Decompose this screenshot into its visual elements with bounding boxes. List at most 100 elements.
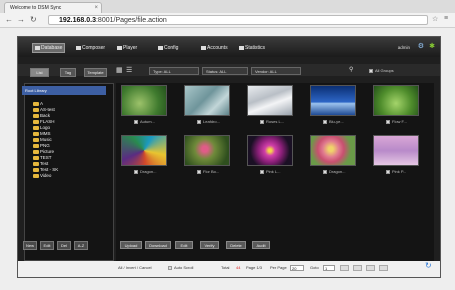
list-view-icon[interactable]: ☰ <box>126 67 132 75</box>
menu-statistics[interactable]: Statistics <box>239 44 265 52</box>
file-caption[interactable]: Pink P... <box>386 169 436 175</box>
file-caption[interactable]: Leafdro... <box>197 119 247 125</box>
goto-page-select[interactable]: 1 <box>323 265 335 271</box>
file-thumbnail[interactable] <box>247 85 293 116</box>
settings-icon[interactable]: ⚙ <box>418 43 424 51</box>
file-caption[interactable]: Dragon... <box>323 169 373 175</box>
page-indicator: Page 1/3 <box>246 265 263 270</box>
refresh-icon[interactable]: ↻ <box>425 262 432 270</box>
file-thumbnail[interactable] <box>121 135 167 166</box>
next-page-button[interactable] <box>366 265 375 271</box>
url-path: :8001/Pages/file.action <box>95 17 167 24</box>
new-folder-button[interactable]: New <box>23 241 37 250</box>
auto-scroll-checkbox[interactable] <box>168 266 172 270</box>
delete-folder-button[interactable]: Del <box>57 241 71 250</box>
file-checkbox[interactable] <box>197 169 201 174</box>
download-button[interactable]: Download <box>145 241 171 249</box>
browser-tab[interactable]: Welcome to DSM Sync × <box>4 2 102 13</box>
folder-icon <box>33 173 39 178</box>
file-checkbox[interactable] <box>323 119 327 124</box>
file-thumbnail[interactable] <box>373 135 419 166</box>
file-checkbox[interactable] <box>134 169 138 174</box>
browser-tab-strip: Welcome to DSM Sync × <box>0 0 455 13</box>
file-caption[interactable]: Flow F... <box>386 119 436 125</box>
groups-checkbox[interactable] <box>369 69 373 73</box>
file-checkbox[interactable] <box>323 169 327 174</box>
tab-list[interactable]: List <box>30 68 49 77</box>
edit-folder-button[interactable]: Edit <box>40 241 54 250</box>
grid-view-icon[interactable]: ▦ <box>116 67 123 75</box>
folder-item[interactable]: Video <box>33 173 51 179</box>
file-thumbnail[interactable] <box>184 135 230 166</box>
file-checkbox[interactable] <box>386 169 390 174</box>
folder-icon <box>33 107 39 112</box>
first-page-button[interactable] <box>340 265 349 271</box>
folder-icon <box>33 125 39 130</box>
menu-accounts[interactable]: Accounts <box>201 44 228 52</box>
folder-icon <box>33 143 39 148</box>
file-caption[interactable]: Blu-ye... <box>323 119 373 125</box>
tab-template[interactable]: Template <box>84 68 107 77</box>
folder-icon <box>33 137 39 142</box>
star-icon[interactable]: ☆ <box>432 15 438 23</box>
upload-button[interactable]: Upload <box>120 241 142 249</box>
audit-button[interactable]: Audit <box>252 241 270 249</box>
file-checkbox[interactable] <box>386 119 390 124</box>
edit-button[interactable]: Edit <box>175 241 193 249</box>
folder-icon <box>33 161 39 166</box>
logout-icon[interactable]: ✱ <box>429 43 435 51</box>
menu-config[interactable]: Config <box>158 44 178 52</box>
file-thumbnail[interactable] <box>121 85 167 116</box>
app-window: Database Composer Player Config Accounts… <box>17 36 441 278</box>
sort-folder-button[interactable]: A-Z <box>74 241 88 250</box>
selection-links[interactable]: All / Invert / Cancel <box>118 265 152 271</box>
config-icon <box>158 45 163 50</box>
file-checkbox[interactable] <box>134 119 138 124</box>
file-checkbox[interactable] <box>197 119 201 124</box>
folder-icon <box>33 113 39 118</box>
menu-player[interactable]: Player <box>117 44 137 52</box>
total-label: Total <box>221 265 230 270</box>
tab-title: Welcome to DSM Sync <box>10 5 62 11</box>
folder-icon <box>33 119 39 124</box>
back-icon[interactable]: ← <box>5 15 13 24</box>
vendor-filter-select[interactable]: Vendor: ALL <box>251 67 301 75</box>
forward-icon[interactable]: → <box>17 15 25 24</box>
user-name[interactable]: admin <box>398 44 410 52</box>
tab-tag[interactable]: Tag <box>60 68 76 77</box>
search-icon[interactable]: ⚲ <box>349 66 353 73</box>
tab-close-icon[interactable]: × <box>94 3 98 13</box>
delete-button[interactable]: Delete <box>226 241 246 249</box>
type-filter-select[interactable]: Type: ALL <box>149 67 199 75</box>
menu-icon[interactable]: ≡ <box>444 15 448 22</box>
file-checkbox[interactable] <box>260 169 264 174</box>
previous-page-button[interactable] <box>353 265 362 271</box>
composer-icon <box>76 45 81 50</box>
file-thumbnail[interactable] <box>184 85 230 116</box>
statistics-icon <box>239 45 244 50</box>
file-caption[interactable]: Flor Bo... <box>197 169 247 175</box>
root-library-item[interactable]: Root Library <box>22 86 106 95</box>
file-caption[interactable]: Dragon... <box>134 169 184 175</box>
address-bar[interactable]: 192.168.0.3:8001/Pages/file.action <box>48 15 428 25</box>
folder-icon <box>33 167 39 172</box>
reload-icon[interactable]: ↻ <box>30 15 37 24</box>
last-page-button[interactable] <box>379 265 388 271</box>
file-thumbnail[interactable] <box>310 135 356 166</box>
status-filter-select[interactable]: Status: ALL <box>202 67 248 75</box>
groups-label: All Groups <box>375 68 394 73</box>
file-caption[interactable]: Autum... <box>134 119 184 125</box>
url-host: 192.168.0.3 <box>59 17 96 24</box>
file-caption[interactable]: Pink L... <box>260 169 310 175</box>
menu-database[interactable]: Database <box>32 43 66 53</box>
file-thumbnail[interactable] <box>373 85 419 116</box>
file-checkbox[interactable] <box>260 119 264 124</box>
file-thumbnail[interactable] <box>247 135 293 166</box>
verify-button[interactable]: Verify <box>200 241 219 249</box>
file-thumbnail[interactable] <box>310 85 356 116</box>
goto-label: Goto <box>310 265 319 270</box>
file-caption[interactable]: Roses L... <box>260 119 310 125</box>
menu-composer[interactable]: Composer <box>76 44 105 52</box>
folder-icon <box>33 149 39 154</box>
per-page-select[interactable]: 20 <box>290 265 304 271</box>
